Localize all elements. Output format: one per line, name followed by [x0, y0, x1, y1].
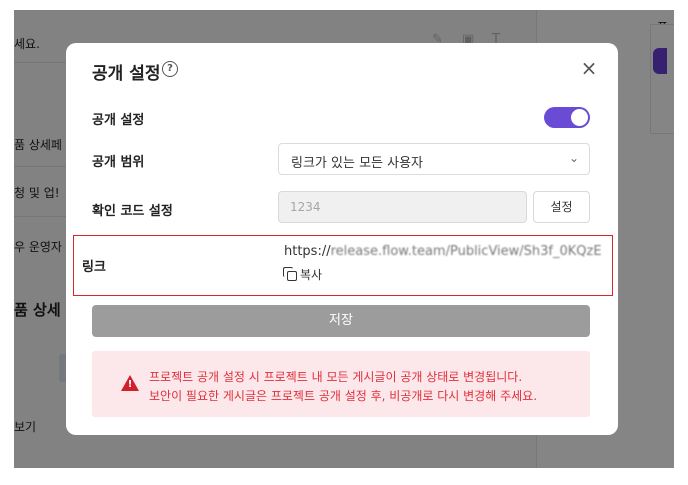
help-icon[interactable]: ? — [162, 61, 178, 77]
share-settings-dialog: 공개 설정 ? × 공개 설정 공개 범위 링크가 있는 모든 사용자 ⌄ 확인… — [66, 43, 618, 435]
screen: 세요. ✎ ▣ T 품 상세페 청 및 업! 우 운영자 품 상세 보기 프 공… — [0, 0, 688, 485]
code-label: 확인 코드 설정 — [92, 204, 173, 219]
scope-select[interactable]: 링크가 있는 모든 사용자 ⌄ — [278, 143, 590, 175]
warning-banner: ! 프로젝트 공개 설정 시 프로젝트 내 모든 게시글이 공개 상태로 변경됩… — [92, 351, 590, 417]
link-label: 링크 — [82, 260, 106, 275]
scope-label: 공개 범위 — [92, 155, 145, 170]
link-url-host: https:// — [284, 244, 331, 259]
scope-select-value: 링크가 있는 모든 사용자 — [291, 156, 423, 171]
warning-icon-mark: ! — [127, 379, 133, 390]
warning-text-line1: 프로젝트 공개 설정 시 프로젝트 내 모든 게시글이 공개 상태로 변경됩니다… — [149, 370, 523, 384]
link-url-path: release.flow.team/PublicView/Sh3f_0KQzE — [330, 244, 602, 259]
code-input[interactable] — [278, 191, 527, 223]
close-button[interactable]: × — [578, 57, 600, 79]
link-highlight-box: 링크 https://release.flow.team/PublicView/… — [73, 235, 613, 296]
copy-button[interactable]: 복사 — [283, 266, 322, 284]
link-url[interactable]: https://release.flow.team/PublicView/Sh3… — [284, 244, 608, 264]
copy-label: 복사 — [300, 268, 323, 282]
save-button[interactable]: 저장 — [92, 305, 590, 337]
visibility-toggle[interactable] — [544, 107, 590, 128]
warning-text-line2: 보안이 필요한 게시글은 프로젝트 공개 설정 후, 비공개로 다시 변경해 주… — [149, 389, 538, 403]
copy-icon — [283, 267, 297, 281]
code-set-button[interactable]: 설정 — [533, 191, 590, 223]
toggle-knob — [571, 109, 588, 126]
chevron-down-icon: ⌄ — [568, 151, 579, 165]
visibility-label: 공개 설정 — [92, 113, 145, 128]
dialog-title: 공개 설정 — [92, 64, 161, 84]
